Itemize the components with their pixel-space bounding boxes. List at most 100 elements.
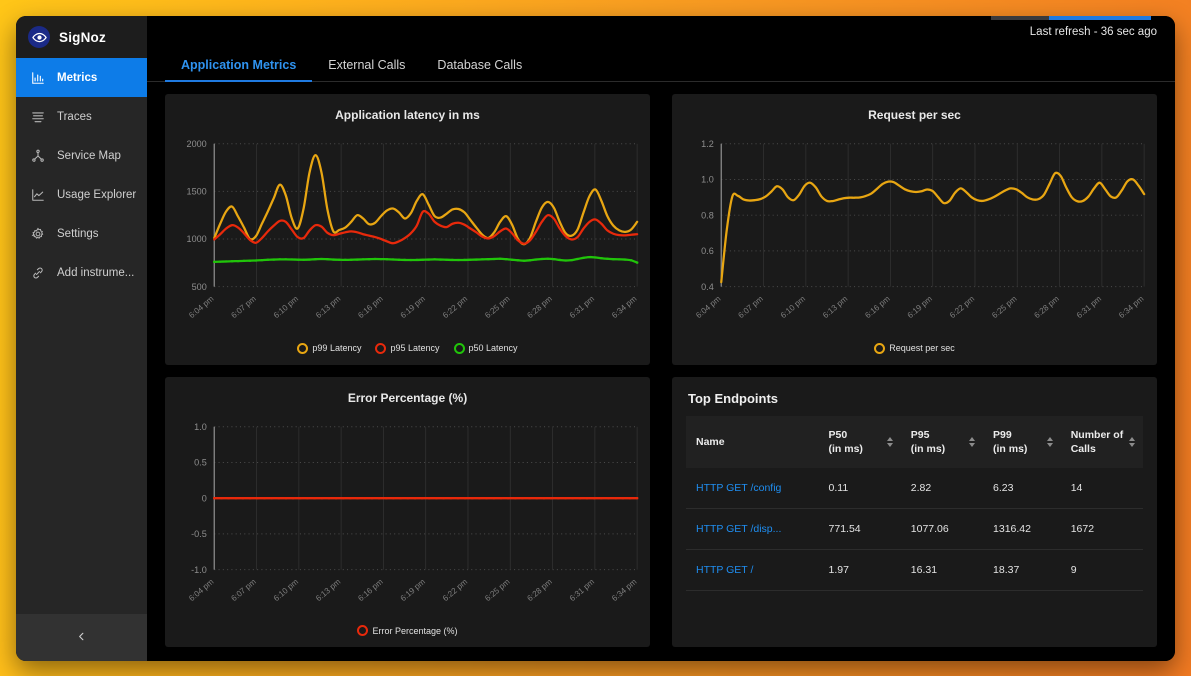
sort-toggle-icon[interactable] [1047, 437, 1055, 447]
endpoint-link[interactable]: HTTP GET / [686, 549, 819, 590]
legend-color-swatch [357, 625, 368, 636]
svg-text:6:13 pm: 6:13 pm [314, 294, 342, 320]
svg-text:6:16 pm: 6:16 pm [863, 294, 891, 320]
panel-top-endpoints: Top Endpoints Name P50 (in ms) [672, 377, 1157, 648]
legend-item[interactable]: p99 Latency [297, 343, 361, 354]
legend-label: p99 Latency [312, 343, 361, 353]
legend-item[interactable]: Error Percentage (%) [357, 625, 457, 636]
chart-legend: Request per sec [672, 343, 1157, 354]
legend-color-swatch [454, 343, 465, 354]
chart-canvas: 5001000150020006:04 pm6:07 pm6:10 pm6:13… [165, 94, 650, 365]
list-lines-icon [30, 109, 45, 124]
tab-application-metrics[interactable]: Application Metrics [165, 58, 312, 81]
cell-p95: 2.82 [901, 468, 983, 509]
svg-text:6:07 pm: 6:07 pm [737, 294, 765, 320]
cell-p99: 1316.42 [983, 508, 1061, 549]
last-refresh-label: Last refresh - 36 sec ago [1030, 26, 1157, 38]
svg-text:6:25 pm: 6:25 pm [483, 294, 511, 320]
svg-text:500: 500 [192, 282, 207, 292]
svg-text:6:19 pm: 6:19 pm [906, 294, 934, 320]
chart-request-per-sec[interactable]: 0.40.60.81.01.26:04 pm6:07 pm6:10 pm6:13… [672, 94, 1157, 365]
column-header-number-of-calls[interactable]: Number of Calls [1061, 416, 1143, 468]
chevron-left-icon [76, 630, 87, 645]
svg-text:6:19 pm: 6:19 pm [399, 294, 427, 320]
svg-text:6:34 pm: 6:34 pm [610, 294, 638, 320]
sidebar-item-label: Metrics [57, 72, 97, 84]
sidebar-collapse-button[interactable] [16, 614, 147, 661]
main-content: Last refresh - 36 sec ago Application Me… [147, 16, 1175, 661]
legend-item[interactable]: p95 Latency [375, 343, 439, 354]
brand-name: SigNoz [59, 30, 106, 45]
legend-item[interactable]: p50 Latency [454, 343, 518, 354]
svg-text:6:19 pm: 6:19 pm [399, 577, 427, 603]
column-label: Name [696, 435, 725, 449]
table-header-row: Name P50 (in ms) P95 (in ms) [686, 416, 1143, 468]
sort-toggle-icon[interactable] [887, 437, 895, 447]
svg-text:1.2: 1.2 [701, 139, 714, 149]
column-label: P99 (in ms) [993, 428, 1027, 456]
chart-application-latency[interactable]: 5001000150020006:04 pm6:07 pm6:10 pm6:13… [165, 94, 650, 365]
svg-text:6:07 pm: 6:07 pm [230, 577, 258, 603]
svg-text:0.6: 0.6 [701, 246, 714, 256]
table-row: HTTP GET / 1.97 16.31 18.37 9 [686, 549, 1143, 590]
tab-external-calls[interactable]: External Calls [312, 58, 421, 81]
column-header-name[interactable]: Name [686, 416, 819, 468]
chart-error-percentage[interactable]: -1.0-0.500.51.06:04 pm6:07 pm6:10 pm6:13… [165, 377, 650, 648]
svg-text:6:34 pm: 6:34 pm [1117, 294, 1145, 320]
dashboard-grid: Application latency in ms 50010001500200… [147, 82, 1175, 661]
column-header-p50[interactable]: P50 (in ms) [819, 416, 901, 468]
svg-text:6:10 pm: 6:10 pm [272, 577, 300, 603]
cell-calls: 1672 [1061, 508, 1143, 549]
svg-text:1000: 1000 [187, 234, 207, 244]
svg-text:1500: 1500 [187, 187, 207, 197]
legend-label: Error Percentage (%) [372, 626, 457, 636]
panel-request-per-sec: Request per sec 0.40.60.81.01.26:04 pm6:… [672, 94, 1157, 365]
endpoint-link[interactable]: HTTP GET /disp... [686, 508, 819, 549]
legend-label: p95 Latency [390, 343, 439, 353]
chart-canvas: 0.40.60.81.01.26:04 pm6:07 pm6:10 pm6:13… [672, 94, 1157, 365]
table-row: HTTP GET /config 0.11 2.82 6.23 14 [686, 468, 1143, 509]
sidebar-item-label: Usage Explorer [57, 189, 136, 201]
sidebar-item-label: Traces [57, 111, 92, 123]
svg-text:2000: 2000 [187, 139, 207, 149]
sidebar-item-usage-explorer[interactable]: Usage Explorer [16, 175, 147, 214]
svg-text:6:28 pm: 6:28 pm [526, 294, 554, 320]
legend-label: p50 Latency [469, 343, 518, 353]
svg-text:-1.0: -1.0 [191, 564, 207, 574]
sidebar-item-metrics[interactable]: Metrics [16, 58, 147, 97]
svg-text:6:25 pm: 6:25 pm [483, 577, 511, 603]
sidebar-item-add-instrumentation[interactable]: Add instrume... [16, 253, 147, 292]
chrome-active-tab-indicator [1049, 16, 1151, 20]
svg-text:0.5: 0.5 [194, 457, 207, 467]
svg-text:6:04 pm: 6:04 pm [694, 294, 722, 320]
svg-text:6:16 pm: 6:16 pm [356, 577, 384, 603]
cell-p99: 18.37 [983, 549, 1061, 590]
panel-error-percentage: Error Percentage (%) -1.0-0.500.51.06:04… [165, 377, 650, 648]
sidebar-item-service-map[interactable]: Service Map [16, 136, 147, 175]
svg-text:6:31 pm: 6:31 pm [1075, 294, 1103, 320]
sort-toggle-icon[interactable] [1129, 437, 1137, 447]
cell-p50: 0.11 [819, 468, 901, 509]
svg-text:1.0: 1.0 [701, 175, 714, 185]
svg-text:0.8: 0.8 [701, 210, 714, 220]
sidebar-item-traces[interactable]: Traces [16, 97, 147, 136]
svg-text:6:25 pm: 6:25 pm [990, 294, 1018, 320]
column-header-p99[interactable]: P99 (in ms) [983, 416, 1061, 468]
column-header-p95[interactable]: P95 (in ms) [901, 416, 983, 468]
sidebar-item-label: Service Map [57, 150, 121, 162]
tab-database-calls[interactable]: Database Calls [421, 58, 538, 81]
endpoint-link[interactable]: HTTP GET /config [686, 468, 819, 509]
chart-legend: Error Percentage (%) [165, 625, 650, 636]
svg-text:-0.5: -0.5 [191, 529, 207, 539]
table-row: HTTP GET /disp... 771.54 1077.06 1316.42… [686, 508, 1143, 549]
svg-text:6:34 pm: 6:34 pm [610, 577, 638, 603]
svg-text:6:07 pm: 6:07 pm [230, 294, 258, 320]
brand-logo[interactable]: SigNoz [16, 16, 147, 58]
sort-toggle-icon[interactable] [969, 437, 977, 447]
legend-item[interactable]: Request per sec [874, 343, 955, 354]
app-window: SigNoz Metrics Traces [16, 16, 1175, 661]
sidebar-item-settings[interactable]: Settings [16, 214, 147, 253]
link-chain-icon [30, 265, 45, 280]
table-header: Name P50 (in ms) P95 (in ms) [686, 416, 1143, 468]
sidebar: SigNoz Metrics Traces [16, 16, 147, 661]
